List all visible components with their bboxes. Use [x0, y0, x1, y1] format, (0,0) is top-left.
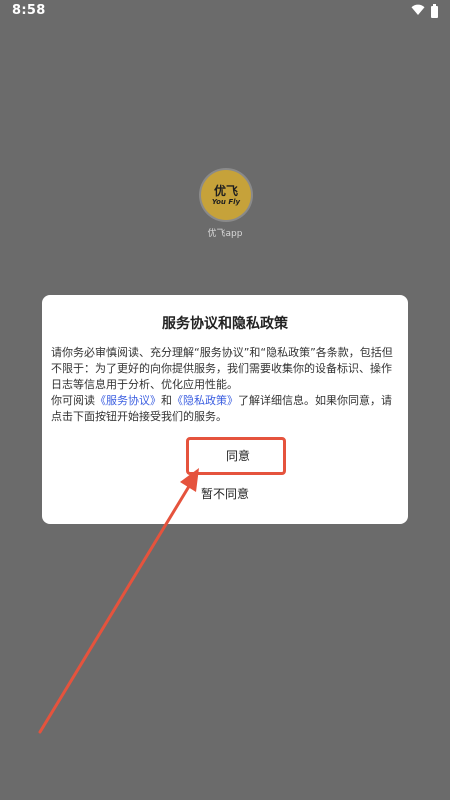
- service-agreement-link[interactable]: 《服务协议》: [95, 394, 161, 407]
- logo-main-text: 优飞: [213, 183, 238, 198]
- agree-button[interactable]: 同意: [188, 442, 288, 470]
- dialog-paragraph-1: 请你务必审慎阅读、充分理解“服务协议”和“隐私政策”各条款，包括但不限于：为了更…: [51, 346, 393, 391]
- wifi-icon: [411, 4, 425, 20]
- app-name: 优飞app: [207, 229, 243, 239]
- screen: 8:58 优飞 You Fly 优飞app 服务协议和隐私政策 请你务必审慎阅读…: [0, 0, 450, 800]
- privacy-policy-link[interactable]: 《隐私政策》: [172, 394, 238, 407]
- status-time: 8:58: [12, 3, 46, 18]
- dialog-paragraph-2: 你可阅读《服务协议》和《隐私政策》了解详细信息。如果你同意，请点击下面按钮开始接…: [51, 393, 399, 425]
- privacy-dialog: 服务协议和隐私政策 请你务必审慎阅读、充分理解“服务协议”和“隐私政策”各条款，…: [42, 295, 408, 524]
- logo-sub-text: You Fly: [211, 197, 241, 206]
- app-logo: 优飞 You Fly: [201, 170, 251, 220]
- battery-icon: [431, 4, 438, 18]
- decline-button[interactable]: 暂不同意: [175, 483, 275, 505]
- paragraph-2-prefix: 你可阅读: [51, 394, 95, 407]
- paragraph-2-and: 和: [161, 394, 172, 407]
- status-icons: [411, 4, 438, 20]
- status-bar: 8:58: [0, 0, 450, 22]
- dialog-body: 请你务必审慎阅读、充分理解“服务协议”和“隐私政策”各条款，包括但不限于：为了更…: [51, 345, 399, 425]
- dialog-title: 服务协议和隐私政策: [162, 316, 288, 332]
